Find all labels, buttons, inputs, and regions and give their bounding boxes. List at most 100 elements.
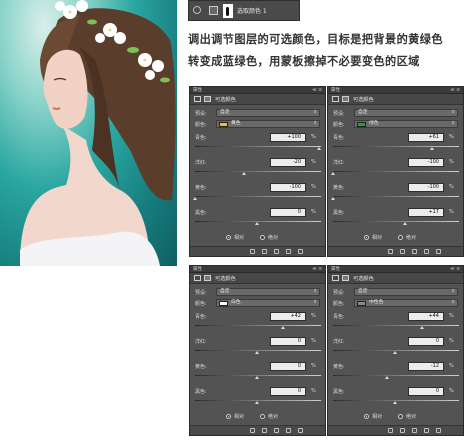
magenta-slider-thumb[interactable] xyxy=(254,351,259,354)
magenta-value-input[interactable]: 0 xyxy=(408,337,444,346)
visibility-icon[interactable] xyxy=(424,249,429,254)
cyan-slider-thumb[interactable] xyxy=(419,326,424,329)
mask-icon[interactable] xyxy=(342,275,349,281)
relative-radio[interactable] xyxy=(364,235,369,240)
reset-icon[interactable] xyxy=(274,428,279,433)
absolute-radio[interactable] xyxy=(260,235,265,240)
black-value-input[interactable]: +17 xyxy=(408,208,444,217)
magenta-slider-thumb[interactable] xyxy=(242,172,247,175)
panel-tab-label[interactable]: 属性 xyxy=(331,266,340,273)
view-previous-icon[interactable] xyxy=(262,249,267,254)
reset-icon[interactable] xyxy=(274,249,279,254)
magenta-slider-track[interactable] xyxy=(195,171,321,172)
yellow-value-input[interactable]: -100 xyxy=(408,183,444,192)
panel-menu-icon[interactable]: ≪ ≡ xyxy=(312,87,322,94)
colors-dropdown[interactable]: 黄色 ⇕ xyxy=(216,120,320,128)
colors-dropdown[interactable]: 绿色 ⇕ xyxy=(354,120,458,128)
layer-row[interactable]: 选取颜色 1 xyxy=(188,0,300,21)
delete-icon[interactable] xyxy=(436,428,441,433)
yellow-slider-thumb[interactable] xyxy=(254,376,259,379)
visibility-eye-icon[interactable] xyxy=(193,6,201,14)
view-previous-icon[interactable] xyxy=(262,428,267,433)
clip-to-layer-icon[interactable] xyxy=(388,249,393,254)
cyan-value-input[interactable]: +61 xyxy=(408,133,444,142)
absolute-radio[interactable] xyxy=(398,235,403,240)
yellow-value-input[interactable]: 0 xyxy=(270,362,306,371)
preset-dropdown[interactable]: 自定 ⇕ xyxy=(216,288,320,296)
cyan-slider-thumb[interactable] xyxy=(280,326,285,329)
panel-menu-icon[interactable]: ≪ ≡ xyxy=(450,87,460,94)
preset-dropdown[interactable]: 自定 ⇕ xyxy=(354,288,458,296)
panel-menu-icon[interactable]: ≪ ≡ xyxy=(450,266,460,273)
mask-icon[interactable] xyxy=(204,96,211,102)
magenta-slider-thumb[interactable] xyxy=(330,172,335,175)
yellow-value-input[interactable]: -12 xyxy=(408,362,444,371)
magenta-value-input[interactable]: -100 xyxy=(408,158,444,167)
preset-dropdown[interactable]: 自定 ⇕ xyxy=(354,109,458,117)
yellow-slider-thumb[interactable] xyxy=(192,197,197,200)
mask-icon[interactable] xyxy=(342,96,349,102)
black-value-input[interactable]: 0 xyxy=(408,387,444,396)
delete-icon[interactable] xyxy=(298,428,303,433)
preset-dropdown[interactable]: 自定 ⇕ xyxy=(216,109,320,117)
visibility-icon[interactable] xyxy=(424,428,429,433)
clip-to-layer-icon[interactable] xyxy=(250,249,255,254)
magenta-value-input[interactable]: -20 xyxy=(270,158,306,167)
yellow-slider-thumb[interactable] xyxy=(385,376,390,379)
black-slider-thumb[interactable] xyxy=(254,401,259,404)
magenta-slider-track[interactable] xyxy=(333,171,459,172)
yellow-slider-track[interactable] xyxy=(333,375,459,376)
black-slider-thumb[interactable] xyxy=(254,222,259,225)
absolute-radio[interactable] xyxy=(398,414,403,419)
cyan-value-input[interactable]: +44 xyxy=(408,312,444,321)
cyan-value-input[interactable]: +100 xyxy=(270,133,306,142)
cyan-slider-track[interactable] xyxy=(195,146,321,147)
absolute-radio[interactable] xyxy=(260,414,265,419)
clip-to-layer-icon[interactable] xyxy=(388,428,393,433)
cyan-slider-thumb[interactable] xyxy=(430,147,435,150)
panel-menu-icon[interactable]: ≪ ≡ xyxy=(312,266,322,273)
yellow-slider-track[interactable] xyxy=(195,196,321,197)
magenta-value-input[interactable]: 0 xyxy=(270,337,306,346)
cyan-slider-track[interactable] xyxy=(333,146,459,147)
panel-tab-bar[interactable]: 属性 ≪ ≡ xyxy=(190,87,325,94)
panel-tab-bar[interactable]: 属性 ≪ ≡ xyxy=(328,266,463,273)
visibility-icon[interactable] xyxy=(286,249,291,254)
view-previous-icon[interactable] xyxy=(400,428,405,433)
relative-radio[interactable] xyxy=(226,235,231,240)
panel-title: 可选颜色 xyxy=(353,97,374,103)
mask-icon[interactable] xyxy=(204,275,211,281)
cyan-slider-track[interactable] xyxy=(195,325,321,326)
clip-to-layer-icon[interactable] xyxy=(250,428,255,433)
panel-tab-label[interactable]: 属性 xyxy=(331,87,340,94)
delete-icon[interactable] xyxy=(436,249,441,254)
percent-sign: % xyxy=(449,338,454,344)
cyan-value-input[interactable]: +42 xyxy=(270,312,306,321)
delete-icon[interactable] xyxy=(298,249,303,254)
layer-mask-thumbnail[interactable] xyxy=(223,4,233,18)
panel-tab-label[interactable]: 属性 xyxy=(193,266,202,273)
yellow-value-input[interactable]: -100 xyxy=(270,183,306,192)
relative-radio[interactable] xyxy=(226,414,231,419)
yellow-slider-track[interactable] xyxy=(333,196,459,197)
dropdown-arrow-icon: ⇕ xyxy=(451,289,455,294)
yellow-slider-thumb[interactable] xyxy=(330,197,335,200)
cyan-slider-track[interactable] xyxy=(333,325,459,326)
black-slider-thumb[interactable] xyxy=(392,401,397,404)
colors-dropdown[interactable]: 白色 ⇕ xyxy=(216,299,320,307)
panel-tab-label[interactable]: 属性 xyxy=(193,87,202,94)
cyan-slider-thumb[interactable] xyxy=(316,147,321,150)
reset-icon[interactable] xyxy=(412,428,417,433)
visibility-icon[interactable] xyxy=(286,428,291,433)
relative-radio[interactable] xyxy=(364,414,369,419)
panel-tab-bar[interactable]: 属性 ≪ ≡ xyxy=(190,266,325,273)
black-slider-track[interactable] xyxy=(333,221,459,222)
reset-icon[interactable] xyxy=(412,249,417,254)
black-slider-thumb[interactable] xyxy=(403,222,408,225)
black-value-input[interactable]: 0 xyxy=(270,387,306,396)
colors-dropdown[interactable]: 中性色 ⇕ xyxy=(354,299,458,307)
black-value-input[interactable]: 0 xyxy=(270,208,306,217)
view-previous-icon[interactable] xyxy=(400,249,405,254)
panel-tab-bar[interactable]: 属性 ≪ ≡ xyxy=(328,87,463,94)
magenta-slider-thumb[interactable] xyxy=(392,351,397,354)
